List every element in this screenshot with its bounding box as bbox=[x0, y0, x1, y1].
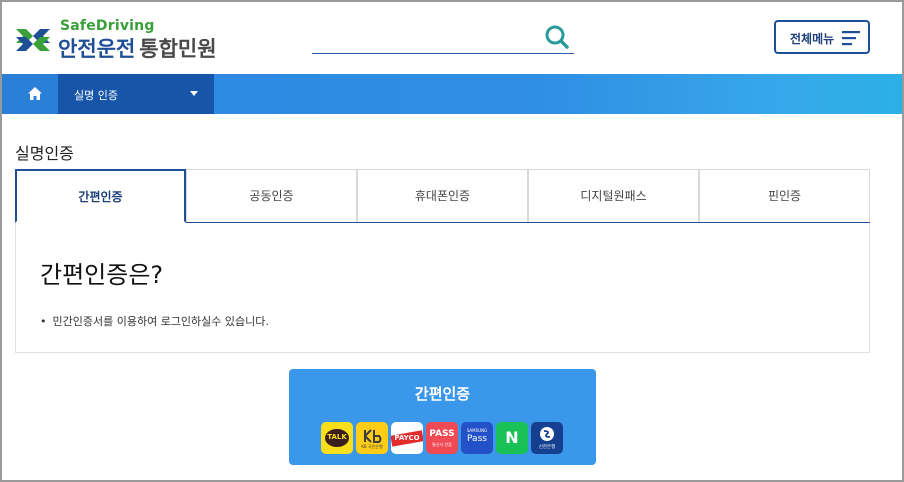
site-logo[interactable]: SafeDriving 안전운전 통합민원 bbox=[14, 18, 234, 63]
samsung-pass-label: Pass bbox=[467, 434, 487, 444]
search-icon[interactable] bbox=[544, 24, 570, 50]
shinhan-label: 신한은행 bbox=[538, 445, 556, 450]
tab-joint-certificate[interactable]: 공동인증 bbox=[186, 169, 357, 222]
location-dropdown[interactable]: 실명 인증 bbox=[58, 74, 214, 114]
payco-icon: PAYCO bbox=[391, 422, 423, 454]
kakao-icon: TALK bbox=[321, 422, 353, 454]
logo-subtitle: 통합민원 bbox=[139, 37, 217, 61]
tab-panel: 간편인증은? • 민간인증서를 이용하여 로그인하실수 있습니다. bbox=[15, 223, 870, 353]
tab-simple-auth[interactable]: 간편인증 bbox=[15, 169, 186, 223]
simple-auth-button[interactable]: 간편인증 TALK KB 국민은행 PAYCO PASS 통신사 인증 SAMS… bbox=[289, 369, 596, 465]
provider-logos: TALK KB 국민은행 PAYCO PASS 통신사 인증 SAMSUNG P… bbox=[321, 422, 566, 454]
pass-sublabel: 통신사 인증 bbox=[432, 442, 452, 447]
tab-pin-auth[interactable]: 핀인증 bbox=[699, 169, 870, 222]
simple-auth-button-label: 간편인증 bbox=[414, 385, 471, 403]
home-icon bbox=[28, 87, 42, 100]
chevron-down-icon bbox=[190, 91, 198, 96]
panel-heading: 간편인증은? bbox=[40, 261, 164, 289]
logo-clover-icon bbox=[16, 29, 50, 51]
search-bar bbox=[312, 22, 574, 54]
pass-label: PASS bbox=[429, 429, 455, 439]
tab-digital-onepass[interactable]: 디지털원패스 bbox=[528, 169, 699, 222]
search-input[interactable] bbox=[312, 22, 532, 52]
kakao-label: TALK bbox=[327, 433, 347, 441]
samsung-pass-icon: SAMSUNG Pass bbox=[461, 422, 493, 454]
logo-english-text: SafeDriving bbox=[60, 18, 155, 34]
logo-title: 안전운전 bbox=[58, 37, 136, 61]
kb-bank-icon: KB 국민은행 bbox=[356, 422, 388, 454]
home-button[interactable] bbox=[2, 74, 58, 114]
kb-label: KB 국민은행 bbox=[361, 444, 383, 449]
tab-mobile-auth[interactable]: 휴대폰인증 bbox=[357, 169, 528, 222]
location-dropdown-label: 실명 인증 bbox=[74, 89, 118, 102]
location-navbar: 실명 인증 bbox=[2, 74, 902, 114]
page-title: 실명인증 bbox=[15, 144, 74, 163]
logo-korean-text: 안전운전 통합민원 bbox=[58, 33, 217, 63]
pass-icon: PASS 통신사 인증 bbox=[426, 422, 458, 454]
naver-icon: N bbox=[496, 422, 528, 454]
naver-label: N bbox=[505, 428, 519, 447]
full-menu-button[interactable]: 전체메뉴 bbox=[774, 20, 870, 54]
samsung-pass-sublabel: SAMSUNG bbox=[466, 428, 488, 433]
panel-description: • 민간인증서를 이용하여 로그인하실수 있습니다. bbox=[40, 313, 269, 329]
panel-description-text: 민간인증서를 이용하여 로그인하실수 있습니다. bbox=[52, 315, 269, 328]
full-menu-label: 전체메뉴 bbox=[790, 32, 835, 46]
auth-tabs: 공동인증 휴대폰인증 디지털원패스 핀인증 간편인증 bbox=[15, 169, 870, 223]
shinhan-bank-icon: 신한은행 bbox=[531, 422, 563, 454]
hamburger-icon bbox=[842, 31, 860, 46]
payco-label: PAYCO bbox=[394, 434, 420, 442]
bullet: • bbox=[40, 315, 47, 328]
